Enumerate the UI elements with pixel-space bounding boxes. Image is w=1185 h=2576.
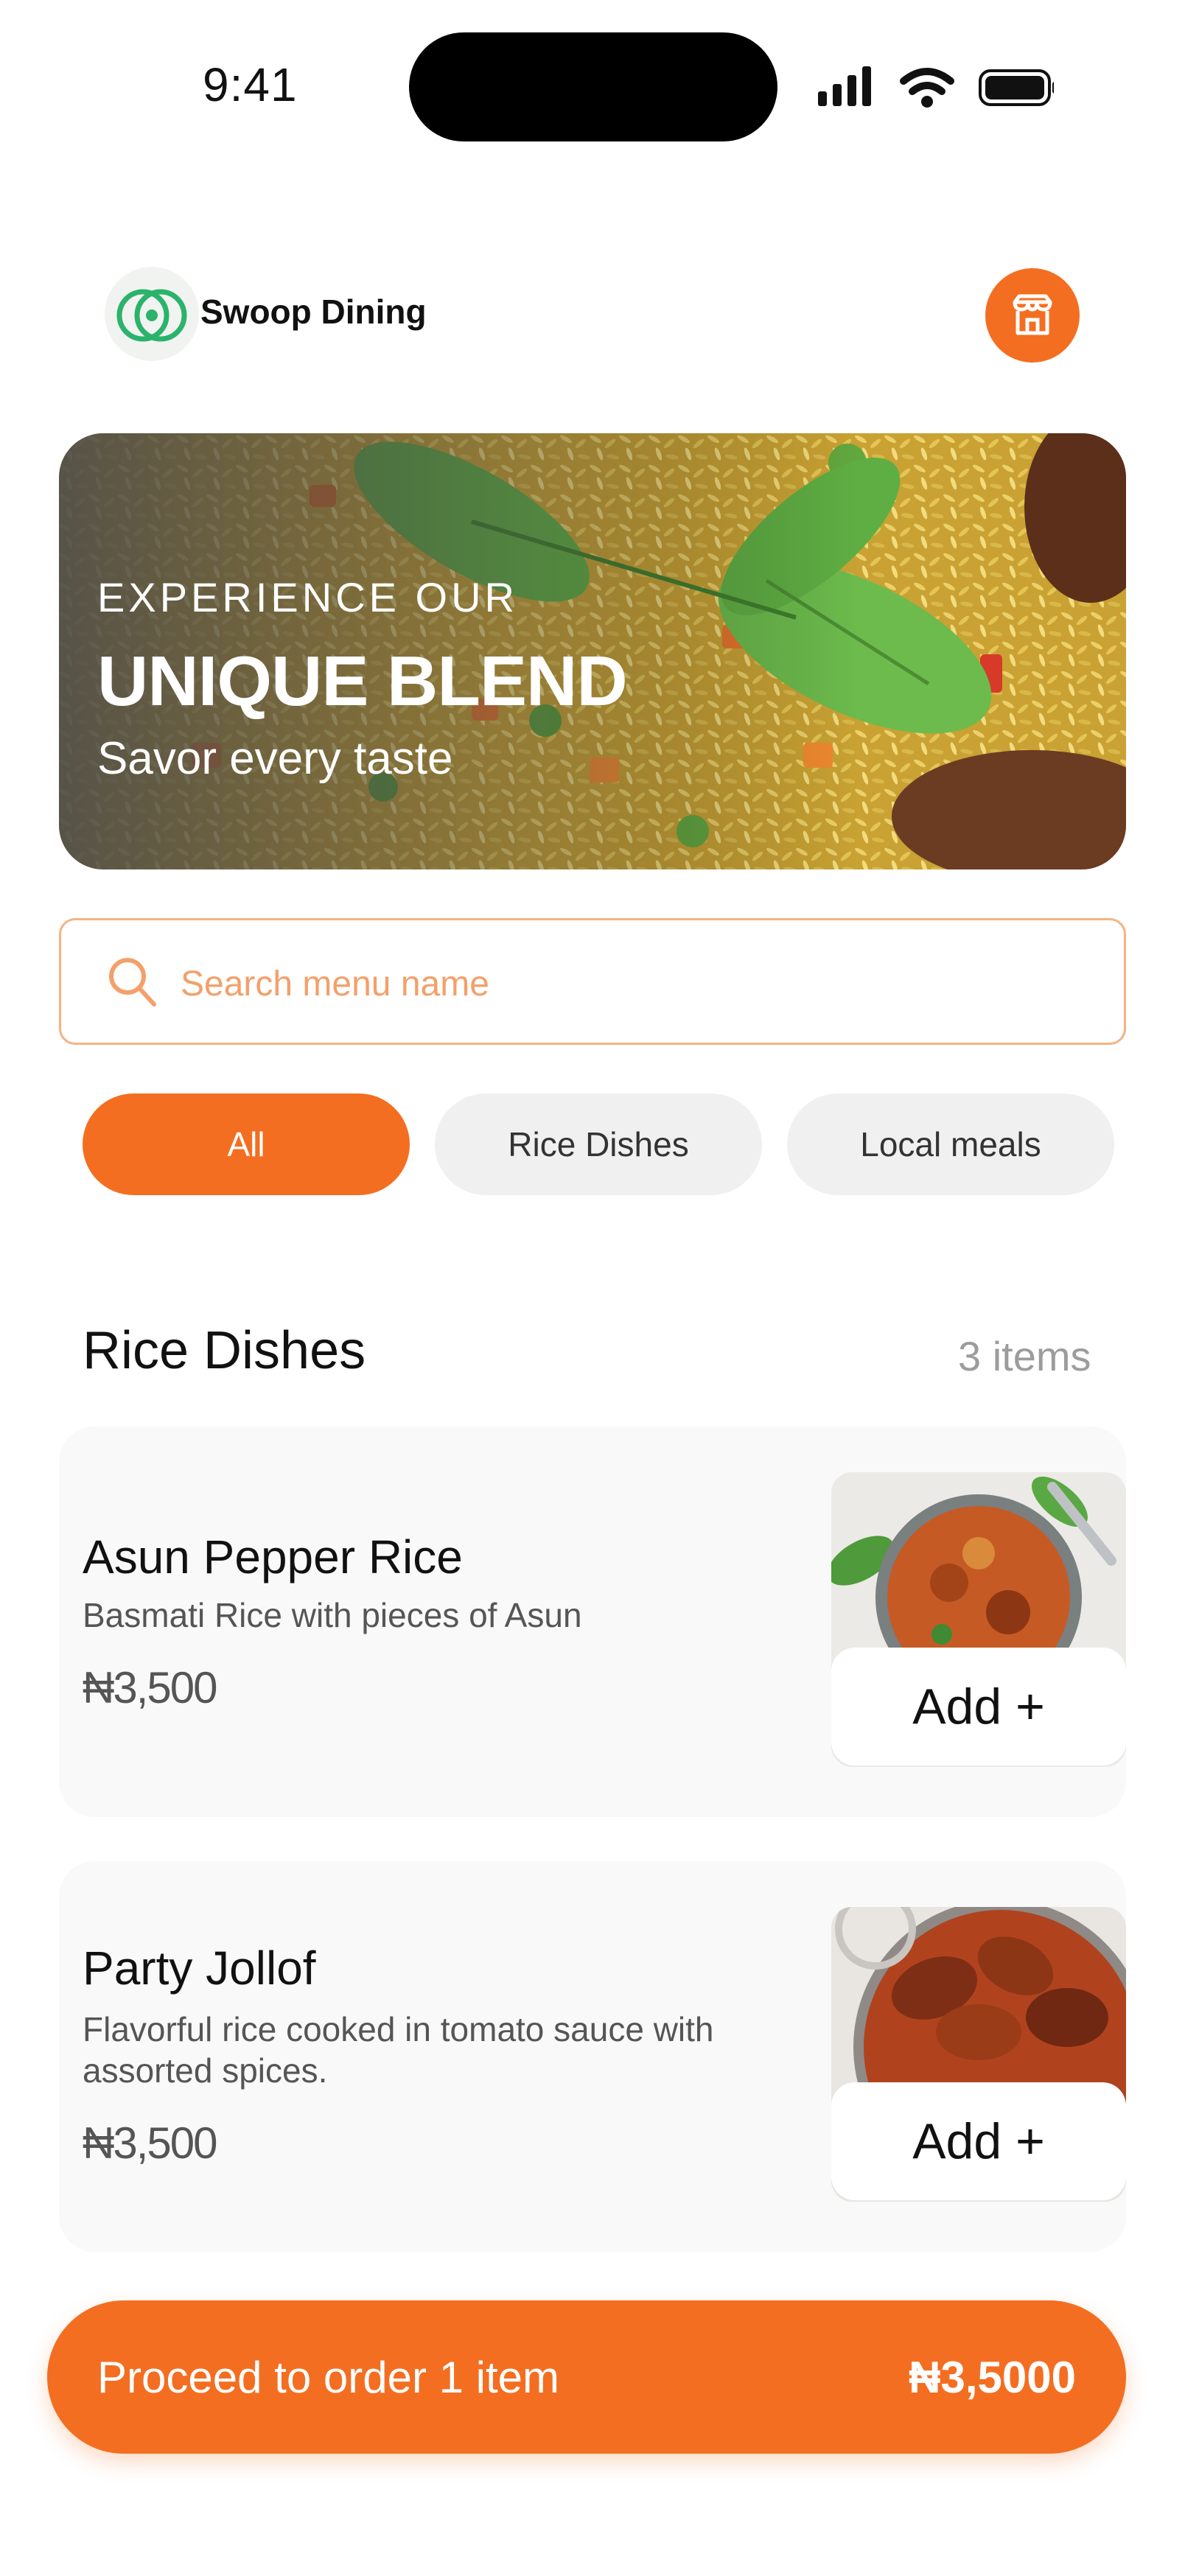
search-input[interactable] [179,950,1066,1018]
hero-title: UNIQUE BLEND [97,642,628,721]
store-button[interactable] [985,268,1080,363]
status-icons [818,65,1057,109]
hero-subtitle: Savor every taste [97,733,453,784]
store-icon [1013,294,1052,335]
signal-icon [818,66,871,106]
brand-logo-icon [116,289,187,342]
add-to-order-button[interactable]: Add + [831,1648,1126,1765]
hero-eyebrow: EXPERIENCE OUR [97,574,518,620]
add-to-order-button[interactable]: Add + [831,2082,1126,2200]
proceed-to-order-button[interactable]: Proceed to order 1 item ₦3,5000 [47,2300,1126,2454]
search-bar[interactable] [59,918,1126,1045]
menu-item-price: ₦3,500 [83,1663,217,1712]
brand-name: Swoop Dining [200,293,427,331]
menu-item-card[interactable]: Asun Pepper Rice Basmati Rice with piece… [59,1427,1126,1817]
menu-item-description: Basmati Rice with pieces of Asun [83,1596,582,1634]
section-item-count: 3 items [958,1333,1091,1379]
proceed-label: Proceed to order 1 item [97,2352,559,2402]
hero-banner[interactable]: EXPERIENCE OUR UNIQUE BLEND Savor every … [59,433,1126,869]
order-total: ₦3,5000 [909,2352,1076,2402]
menu-item-card[interactable]: Party Jollof Flavorful rice cooked in to… [59,1861,1126,2252]
menu-item-name: Party Jollof [83,1942,316,1995]
dynamic-island [409,32,777,141]
filter-chip-all[interactable]: All [83,1093,410,1195]
filter-chip-rice-dishes[interactable]: Rice Dishes [435,1093,762,1195]
status-time: 9:41 [203,58,298,111]
wifi-icon [900,68,954,108]
menu-item-price: ₦3,500 [83,2118,217,2168]
filter-chip-local-meals[interactable]: Local meals [787,1093,1114,1195]
battery-icon [979,69,1057,106]
section-title: Rice Dishes [83,1321,366,1380]
brand-logo[interactable] [105,267,199,361]
search-icon [102,953,161,1012]
menu-item-description: Flavorful rice cooked in tomato sauce wi… [83,2010,714,2090]
menu-item-name: Asun Pepper Rice [83,1530,463,1583]
